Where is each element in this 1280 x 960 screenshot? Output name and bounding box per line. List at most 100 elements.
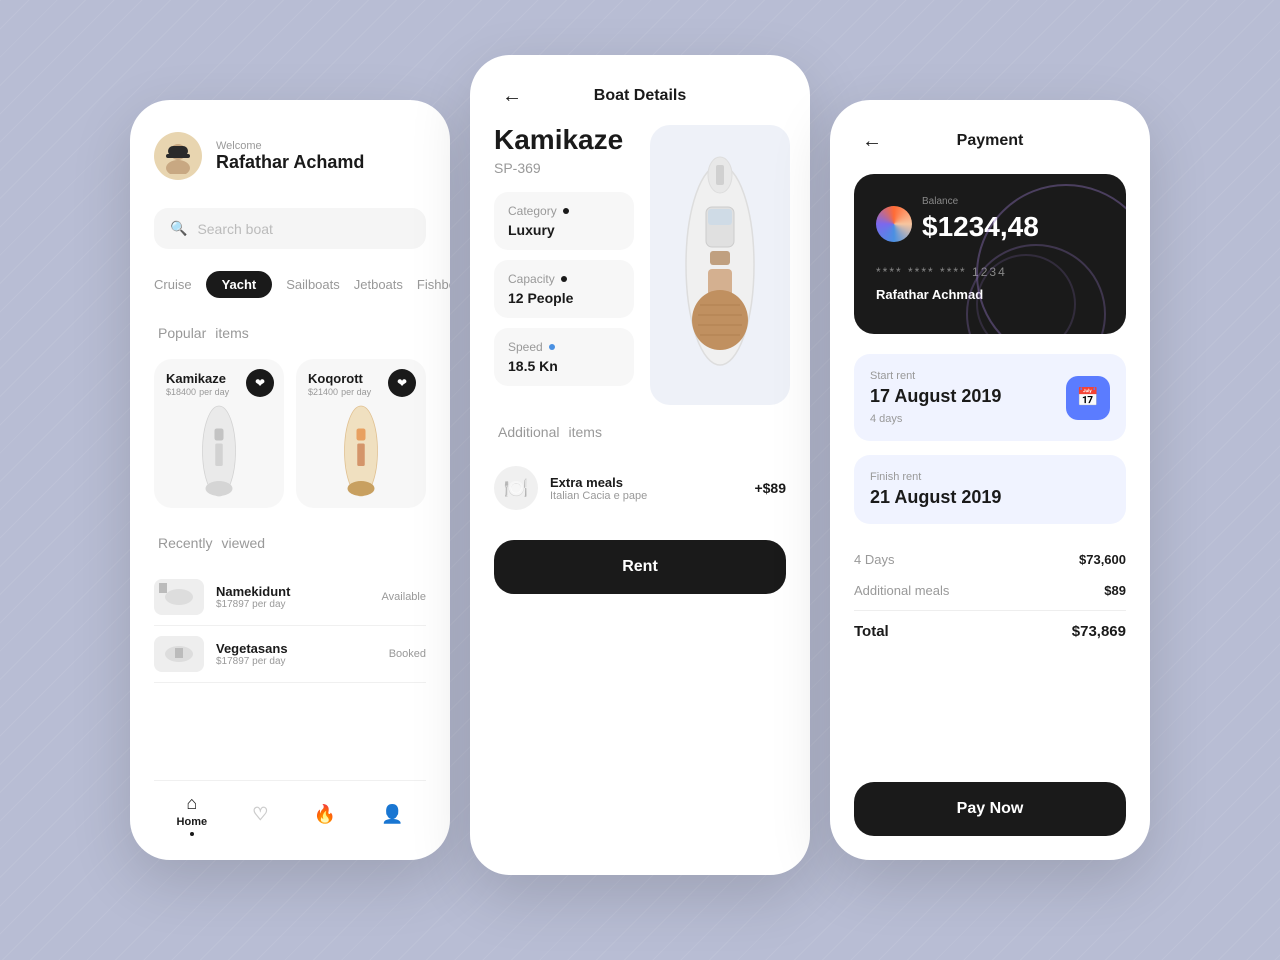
start-rent-days: 4 days [870,413,1001,425]
recent-info: Namekidunt $17897 per day [216,584,370,610]
nav-home-label: Home [177,816,208,828]
spec-capacity: Capacity 12 People [494,260,634,318]
additional-price: +$89 [754,480,786,496]
nav-home[interactable]: ⌂ Home [177,793,208,836]
finish-rent-label: Finish rent [870,471,1110,483]
back-button[interactable]: ← [494,78,530,114]
calendar-button[interactable]: 📅 [1066,376,1110,420]
payment-back-button[interactable]: ← [854,123,890,159]
recent-name: Namekidunt [216,584,370,599]
additional-title: Additional items [494,421,786,442]
recently-section: Recently viewed Namekidunt $17897 per da… [154,532,426,683]
finish-rent-date: 21 August 2019 [870,487,1110,508]
tab-sailboats[interactable]: Sailboats [286,277,339,292]
spec-value-category: Luxury [508,222,620,238]
spec-label-category: Category [508,204,620,218]
start-rent-row: Start rent 17 August 2019 4 days 📅 [870,370,1110,425]
total-amount: $73,869 [1072,623,1126,640]
boat-image [308,406,414,496]
boat-detail-image [650,125,790,405]
screen-detail: ← Boat Details Kamikaze SP-369 Category … [470,55,810,875]
boat-model: SP-369 [494,160,634,176]
nav-profile[interactable]: 👤 [381,804,403,825]
detail-left: Kamikaze SP-369 Category Luxury Capacity… [494,125,634,405]
finish-rent-section: Finish rent 21 August 2019 [854,455,1126,524]
price-row-meals: Additional meals $89 [854,575,1126,606]
price-row-days: 4 Days $73,600 [854,544,1126,575]
recent-info: Vegetasans $17897 per day [216,641,377,667]
detail-title: Boat Details [594,87,686,105]
nav-favorites[interactable]: ♡ [252,804,268,825]
nav-active-dot [190,832,194,836]
tab-yacht[interactable]: Yacht [206,271,273,298]
rent-button[interactable]: Rent [494,540,786,594]
avatar [154,132,202,180]
person-icon: 👤 [381,804,403,825]
payment-header: ← Payment [854,132,1126,150]
popular-card-koqorott[interactable]: Koqorott $21400 per day ❤ [296,359,426,508]
days-amount: $73,600 [1079,552,1126,567]
spec-value-capacity: 12 People [508,290,620,306]
user-name: Rafathar Achamd [216,152,364,173]
nav-trending[interactable]: 🔥 [313,804,335,825]
payment-title: Payment [957,132,1024,150]
meals-icon: 🍽️ [494,466,538,510]
additional-name: Extra meals [550,475,742,490]
search-bar[interactable]: 🔍 Search boat [154,208,426,249]
recent-status: Booked [389,648,426,660]
heart-icon: ♡ [252,804,268,825]
start-rent-section: Start rent 17 August 2019 4 days 📅 [854,354,1126,441]
home-icon: ⌂ [186,793,197,814]
detail-right [650,125,790,405]
additional-desc: Italian Cacia e pape [550,490,742,502]
recent-status: Available [382,591,426,603]
tab-cruise[interactable]: Cruise [154,277,192,292]
screen-home: Welcome Rafathar Achamd 🔍 Search boat Cr… [130,100,450,860]
detail-header: ← Boat Details [470,87,810,125]
popular-grid: Kamikaze $18400 per day ❤ Koqorott [154,359,426,508]
recent-thumbnail [154,636,204,672]
spec-dot [563,208,569,214]
spec-label-capacity: Capacity [508,272,620,286]
spec-dot [561,276,567,282]
popular-card-kamikaze[interactable]: Kamikaze $18400 per day ❤ [154,359,284,508]
spec-dot-blue [549,344,555,350]
recent-item-namekidunt[interactable]: Namekidunt $17897 per day Available [154,569,426,626]
favorite-button[interactable]: ❤ [246,369,274,397]
days-label: 4 Days [854,552,894,567]
recent-item-vegetasans[interactable]: Vegetasans $17897 per day Booked [154,626,426,683]
meals-amount: $89 [1104,583,1126,598]
search-placeholder: Search boat [197,221,273,237]
card-logo [876,206,912,242]
screen-payment: ← Payment Balance $1234,48 **** **** ***… [830,100,1150,860]
price-divider [854,610,1126,611]
boat-name: Kamikaze [494,125,634,156]
spec-value-speed: 18.5 Kn [508,358,620,374]
fire-icon: 🔥 [313,804,335,825]
boat-image [166,406,272,496]
additional-item-meals: 🍽️ Extra meals Italian Cacia e pape +$89 [494,456,786,520]
bottom-nav: ⌂ Home ♡ 🔥 👤 [154,780,426,836]
welcome-label: Welcome [216,140,364,152]
category-tabs: Cruise Yacht Sailboats Jetboats Fishbo..… [154,271,426,298]
recent-price: $17897 per day [216,599,370,610]
spec-category: Category Luxury [494,192,634,250]
price-row-total: Total $73,869 [854,615,1126,648]
tab-fishbo[interactable]: Fishbo... [417,277,450,292]
meals-label: Additional meals [854,583,949,598]
detail-content: Kamikaze SP-369 Category Luxury Capacity… [470,125,810,405]
recently-title: Recently viewed [154,532,426,553]
search-icon: 🔍 [170,220,187,237]
recent-price: $17897 per day [216,656,377,667]
home-header: Welcome Rafathar Achamd [154,132,426,180]
tab-jetboats[interactable]: Jetboats [354,277,403,292]
additional-info: Extra meals Italian Cacia e pape [550,475,742,502]
favorite-button[interactable]: ❤ [388,369,416,397]
start-rent-info: Start rent 17 August 2019 4 days [870,370,1001,425]
spec-label-speed: Speed [508,340,620,354]
start-rent-label: Start rent [870,370,1001,382]
pay-button[interactable]: Pay Now [854,782,1126,836]
credit-card: Balance $1234,48 **** **** **** 1234 Raf… [854,174,1126,334]
recent-thumbnail [154,579,204,615]
total-label: Total [854,623,889,640]
